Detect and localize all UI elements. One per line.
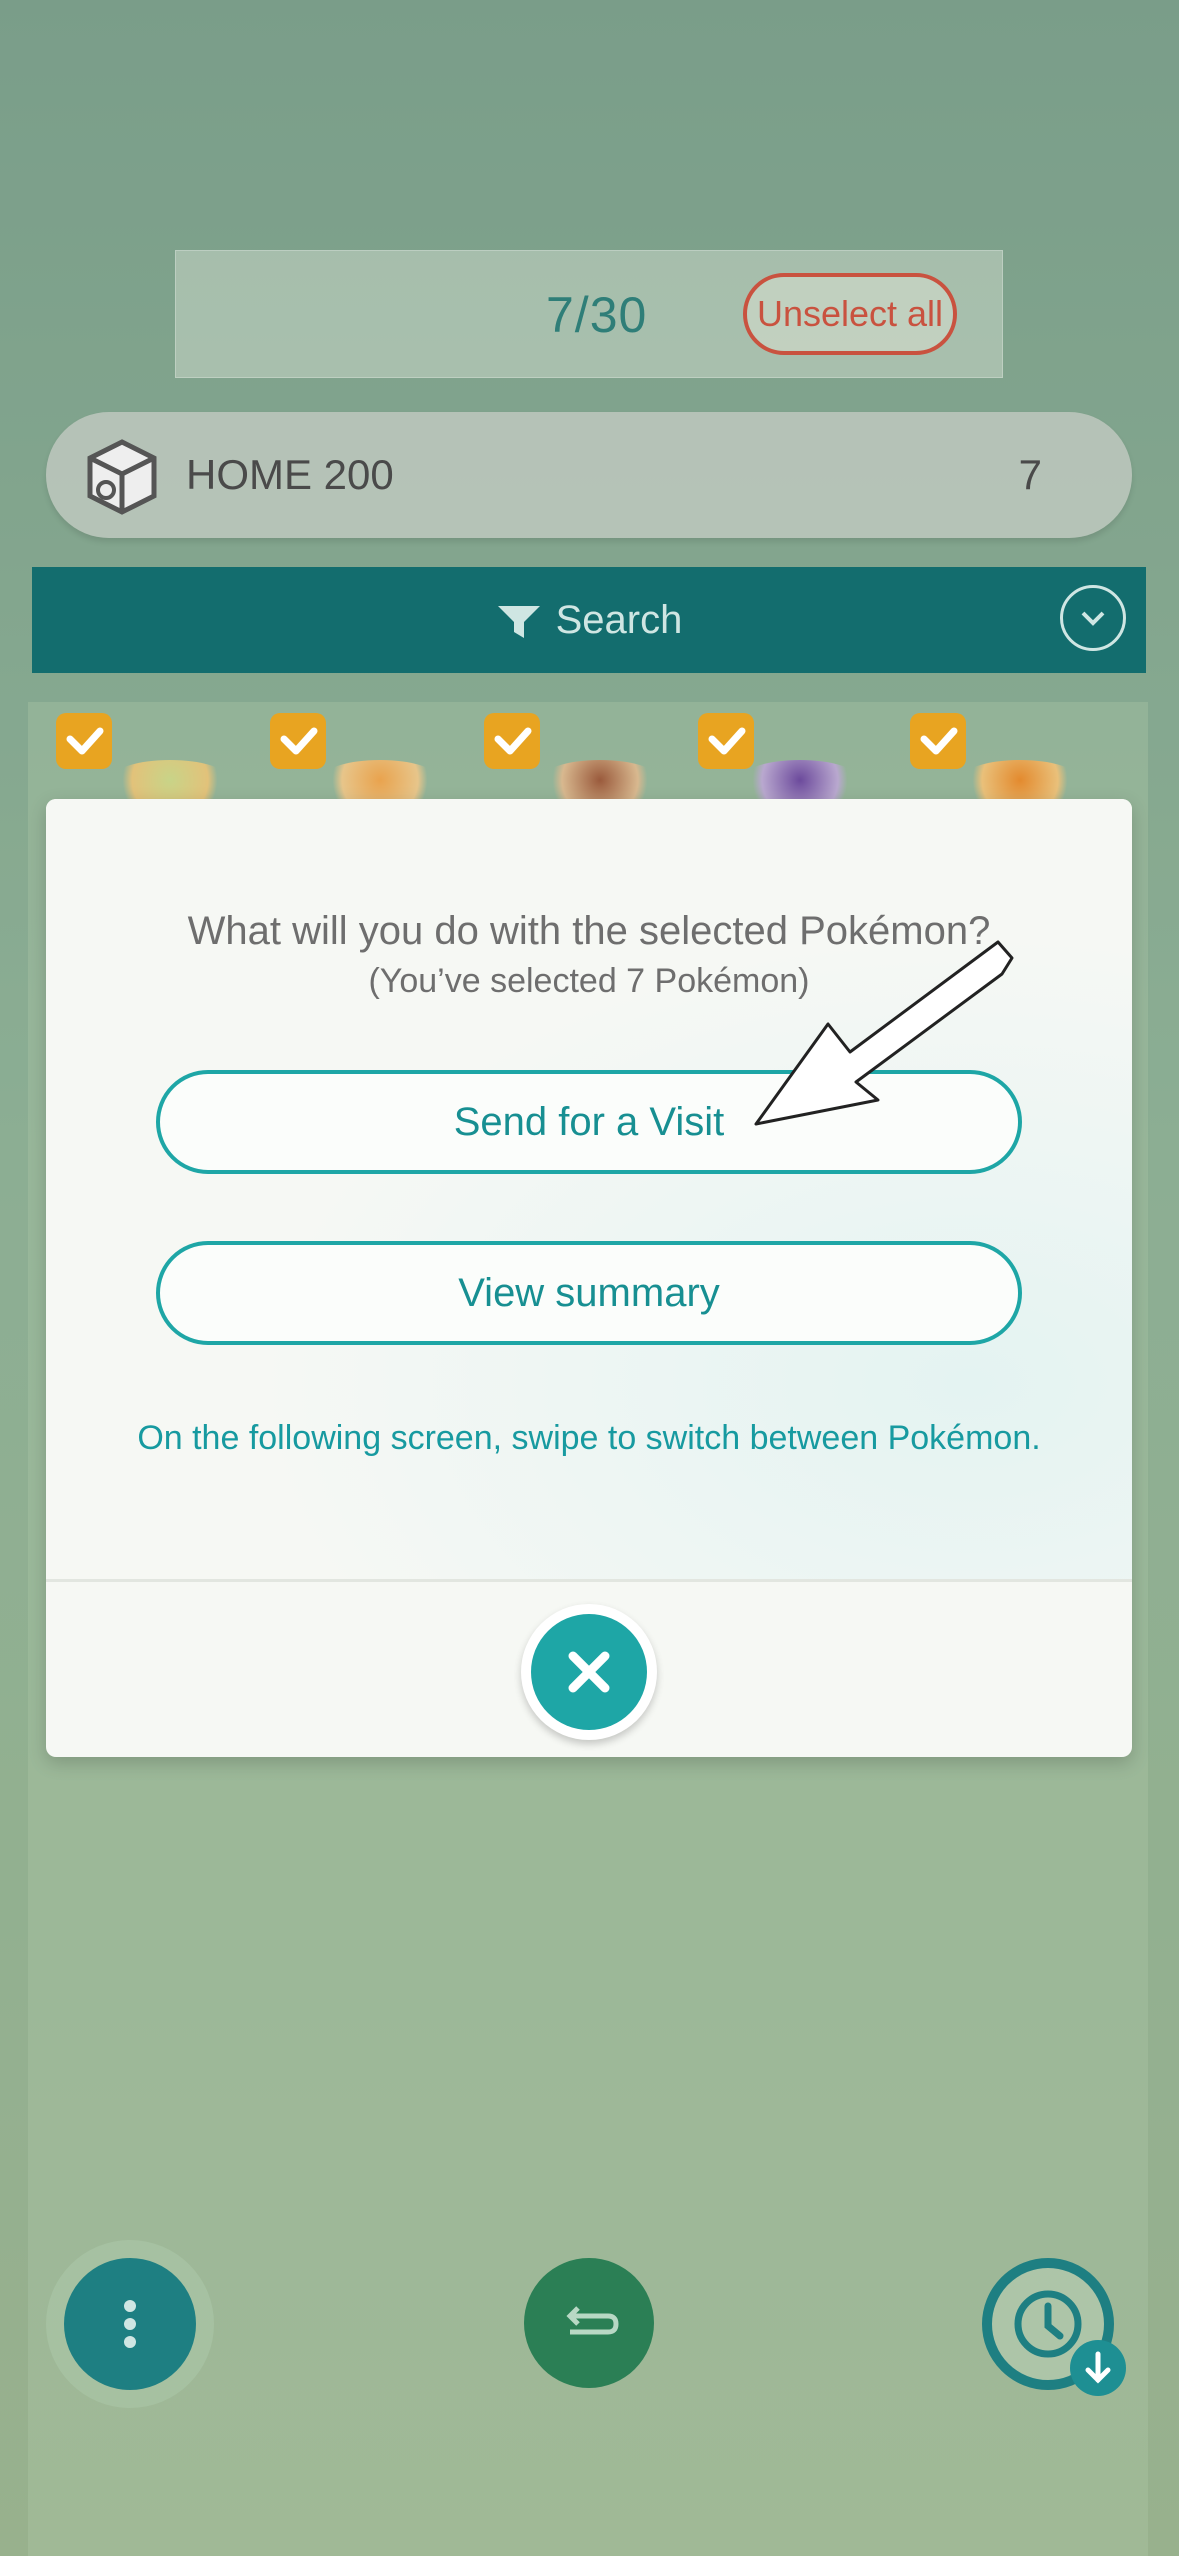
more-options-button[interactable] <box>64 2258 196 2390</box>
funnel-icon <box>497 606 540 639</box>
box-name: HOME 200 <box>186 451 394 498</box>
checkmark-icon <box>910 713 966 769</box>
more-vertical-icon <box>124 2300 136 2348</box>
box-icon <box>87 439 157 515</box>
checkmark-icon <box>56 713 112 769</box>
close-button[interactable] <box>521 1604 657 1740</box>
search-label: Search <box>555 598 683 642</box>
pokemon-slot[interactable] <box>960 760 1080 800</box>
search-label-wrap: Search <box>32 567 1146 673</box>
dialog-body: What will you do with the selected Pokém… <box>46 799 1132 1579</box>
checkmark-icon <box>484 713 540 769</box>
pokemon-slot[interactable] <box>110 760 230 800</box>
view-summary-button[interactable]: View summary <box>156 1241 1022 1345</box>
box-selector[interactable]: HOME 200 7 <box>46 412 1132 538</box>
close-icon <box>531 1614 647 1730</box>
return-icon <box>566 2306 619 2335</box>
pokemon-slot[interactable] <box>540 760 660 800</box>
dialog-divider <box>46 1579 1132 1582</box>
dialog-hint: On the following screen, swipe to switch… <box>137 1419 1041 1457</box>
unselect-all-button[interactable]: Unselect all <box>743 273 957 355</box>
checkmark-icon <box>270 713 326 769</box>
back-button[interactable] <box>524 2258 654 2388</box>
selection-count: 7/30 <box>546 287 648 343</box>
arrow-down-icon <box>1070 2340 1126 2396</box>
selection-panel: 7/30 Unselect all <box>175 250 1003 378</box>
search-bar[interactable]: Search <box>32 567 1146 673</box>
pokemon-slot[interactable] <box>320 760 440 800</box>
chevron-down-icon[interactable] <box>1060 585 1126 651</box>
pokemon-slot[interactable] <box>740 760 860 800</box>
checkmark-icon <box>698 713 754 769</box>
annotation-arrow-icon <box>754 940 1014 1126</box>
box-count: 7 <box>1018 451 1042 498</box>
